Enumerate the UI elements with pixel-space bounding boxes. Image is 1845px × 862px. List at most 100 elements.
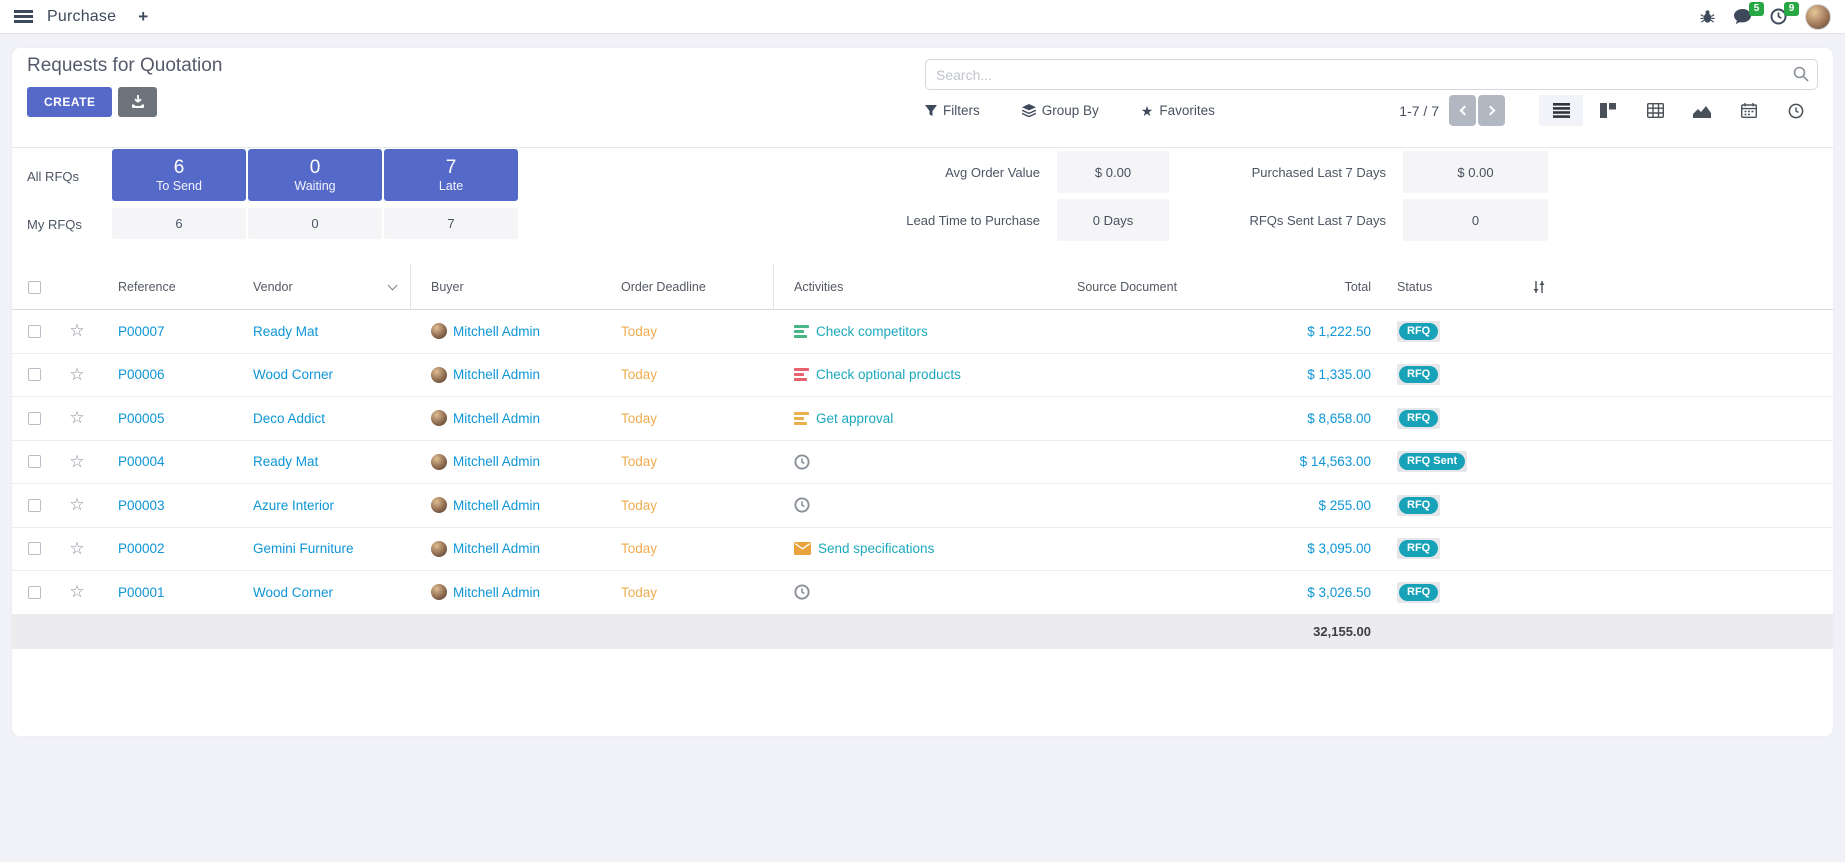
row-checkbox[interactable]	[28, 412, 41, 425]
search-icon[interactable]	[1793, 66, 1809, 85]
group-by-button[interactable]: Group By	[1022, 103, 1099, 118]
create-button[interactable]: CREATE	[27, 87, 112, 117]
kanban-view-button[interactable]	[1586, 95, 1630, 126]
activity-label[interactable]: Check optional products	[816, 367, 961, 382]
search-input[interactable]	[925, 59, 1818, 90]
reference-link[interactable]: P00004	[118, 454, 165, 469]
header-buyer[interactable]: Buyer	[411, 280, 601, 294]
graph-icon	[1693, 104, 1711, 118]
buyer-link[interactable]: Mitchell Admin	[453, 454, 540, 469]
messages-icon[interactable]: 5	[1733, 8, 1752, 25]
vendor-link[interactable]: Deco Addict	[253, 411, 325, 426]
favorite-star-icon[interactable]: ☆	[56, 408, 98, 428]
tasks-icon[interactable]	[794, 412, 809, 425]
status-badge: RFQ Sent	[1399, 453, 1465, 470]
header-reference[interactable]: Reference	[98, 280, 233, 294]
buyer-avatar	[431, 367, 447, 383]
tasks-icon[interactable]	[794, 325, 809, 338]
plus-icon[interactable]: +	[138, 7, 148, 27]
calendar-view-button[interactable]	[1727, 95, 1771, 126]
apps-menu-icon[interactable]	[14, 10, 33, 23]
favorite-star-icon[interactable]: ☆	[56, 365, 98, 385]
pager-previous-button[interactable]	[1449, 95, 1476, 126]
favorite-star-icon[interactable]: ☆	[56, 452, 98, 472]
favorite-star-icon[interactable]: ☆	[56, 539, 98, 559]
row-checkbox[interactable]	[28, 542, 41, 555]
my-to-send-count[interactable]: 6	[112, 208, 246, 239]
kpi-late[interactable]: 7 Late	[384, 149, 518, 201]
order-deadline-value: Today	[601, 454, 774, 469]
tasks-icon[interactable]	[794, 368, 809, 381]
vendor-link[interactable]: Azure Interior	[253, 498, 334, 513]
vendor-link[interactable]: Ready Mat	[253, 454, 318, 469]
vendor-link[interactable]: Gemini Furniture	[253, 541, 354, 556]
header-total[interactable]: Total	[1217, 280, 1377, 294]
debug-bug-icon[interactable]	[1700, 9, 1715, 24]
optional-columns-button[interactable]	[1517, 280, 1561, 294]
favorite-star-icon[interactable]: ☆	[56, 495, 98, 515]
order-deadline-value: Today	[601, 498, 774, 513]
vendor-link[interactable]: Wood Corner	[253, 367, 333, 382]
select-all-checkbox[interactable]	[28, 281, 41, 294]
activities-clock-icon[interactable]: 9	[1770, 8, 1787, 25]
reference-link[interactable]: P00002	[118, 541, 165, 556]
table-row[interactable]: ☆ P00003 Azure Interior Mitchell Admin T…	[12, 484, 1833, 528]
reference-link[interactable]: P00003	[118, 498, 165, 513]
header-status[interactable]: Status	[1377, 280, 1517, 294]
my-late-count[interactable]: 7	[384, 208, 518, 239]
activity-label[interactable]: Check competitors	[816, 324, 928, 339]
footer-total: 32,155.00	[1217, 624, 1377, 639]
list-view-button[interactable]	[1539, 95, 1583, 126]
favorites-button[interactable]: ★ Favorites	[1141, 103, 1215, 118]
reference-link[interactable]: P00006	[118, 367, 165, 382]
my-waiting-count[interactable]: 0	[248, 208, 382, 239]
pivot-view-button[interactable]	[1633, 95, 1677, 126]
activity-label[interactable]: Get approval	[816, 411, 893, 426]
graph-view-button[interactable]	[1680, 95, 1724, 126]
row-checkbox[interactable]	[28, 368, 41, 381]
reference-link[interactable]: P00005	[118, 411, 165, 426]
reference-link[interactable]: P00001	[118, 585, 165, 600]
filters-label: Filters	[943, 103, 980, 118]
clock-icon[interactable]	[794, 497, 810, 513]
buyer-link[interactable]: Mitchell Admin	[453, 585, 540, 600]
user-avatar[interactable]	[1805, 4, 1831, 30]
kpi-waiting[interactable]: 0 Waiting	[248, 149, 382, 201]
filters-button[interactable]: Filters	[925, 103, 980, 118]
table-row[interactable]: ☆ P00002 Gemini Furniture Mitchell Admin…	[12, 528, 1833, 572]
row-checkbox[interactable]	[28, 499, 41, 512]
buyer-link[interactable]: Mitchell Admin	[453, 367, 540, 382]
buyer-link[interactable]: Mitchell Admin	[453, 541, 540, 556]
table-row[interactable]: ☆ P00007 Ready Mat Mitchell Admin Today …	[12, 310, 1833, 354]
pager-next-button[interactable]	[1478, 95, 1505, 126]
clock-icon[interactable]	[794, 584, 810, 600]
table-row[interactable]: ☆ P00001 Wood Corner Mitchell Admin Toda…	[12, 571, 1833, 615]
header-source-document[interactable]: Source Document	[1057, 280, 1217, 294]
activity-label[interactable]: Send specifications	[818, 541, 934, 556]
export-button[interactable]	[118, 87, 157, 117]
header-vendor[interactable]: Vendor	[233, 265, 411, 309]
envelope-icon[interactable]	[794, 542, 811, 555]
reference-link[interactable]: P00007	[118, 324, 165, 339]
kpi-to-send[interactable]: 6 To Send	[112, 149, 246, 201]
table-row[interactable]: ☆ P00004 Ready Mat Mitchell Admin Today …	[12, 441, 1833, 485]
row-total: $ 14,563.00	[1217, 454, 1377, 469]
row-checkbox[interactable]	[28, 325, 41, 338]
buyer-link[interactable]: Mitchell Admin	[453, 498, 540, 513]
vendor-link[interactable]: Ready Mat	[253, 324, 318, 339]
row-total: $ 3,026.50	[1217, 585, 1377, 600]
vendor-link[interactable]: Wood Corner	[253, 585, 333, 600]
table-row[interactable]: ☆ P00005 Deco Addict Mitchell Admin Toda…	[12, 397, 1833, 441]
row-checkbox[interactable]	[28, 455, 41, 468]
buyer-link[interactable]: Mitchell Admin	[453, 324, 540, 339]
header-activities[interactable]: Activities	[774, 280, 1057, 294]
app-name[interactable]: Purchase	[47, 8, 116, 26]
favorite-star-icon[interactable]: ☆	[56, 321, 98, 341]
header-order-deadline[interactable]: Order Deadline	[601, 265, 774, 309]
buyer-link[interactable]: Mitchell Admin	[453, 411, 540, 426]
row-checkbox[interactable]	[28, 586, 41, 599]
table-row[interactable]: ☆ P00006 Wood Corner Mitchell Admin Toda…	[12, 354, 1833, 398]
clock-icon[interactable]	[794, 454, 810, 470]
activity-view-button[interactable]	[1774, 95, 1818, 126]
favorite-star-icon[interactable]: ☆	[56, 582, 98, 602]
